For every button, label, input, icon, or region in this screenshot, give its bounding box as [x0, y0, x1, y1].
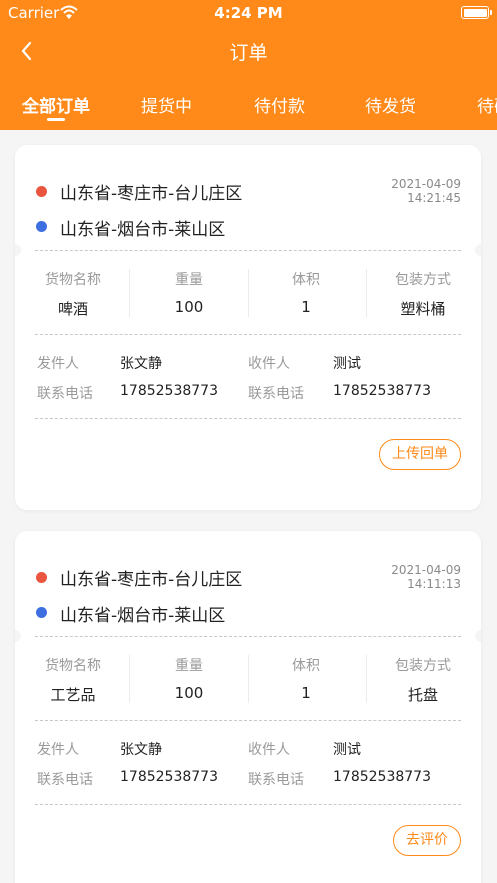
origin-dot-icon: [36, 572, 47, 583]
sender-phone: 17852538773: [120, 769, 218, 785]
packaging-value: 托盘: [407, 686, 438, 704]
goods-name-header: 货物名称: [45, 658, 101, 674]
divider: [35, 636, 461, 637]
sender-phone-label: 联系电话: [37, 772, 93, 788]
weight-header: 重量: [175, 272, 203, 288]
ticket-notch-right: [475, 630, 481, 642]
ticket-notch-right: [475, 244, 481, 256]
receiver-name: 测试: [333, 356, 361, 372]
volume-value: 1: [301, 298, 311, 316]
receiver-phone: 17852538773: [333, 769, 431, 785]
ticket-notch-left: [15, 244, 21, 256]
order-time: 14:11:13: [407, 577, 461, 591]
divider: [35, 418, 461, 419]
divider: [35, 334, 461, 335]
sender-phone-label: 联系电话: [37, 386, 93, 402]
packaging-value: 塑料桶: [400, 300, 446, 318]
tab-all-orders[interactable]: 全部订单: [22, 92, 90, 117]
volume-header: 体积: [292, 658, 320, 674]
volume-value: 1: [301, 684, 311, 702]
packaging-header: 包装方式: [395, 658, 451, 674]
origin-address: 山东省-枣庄市-台儿庄区: [60, 184, 243, 204]
destination-dot-icon: [36, 221, 47, 232]
receiver-phone: 17852538773: [333, 383, 431, 399]
receiver-label: 收件人: [248, 356, 290, 372]
sender-label: 发件人: [37, 356, 79, 372]
upload-receipt-button[interactable]: 上传回单: [379, 439, 461, 470]
sender-phone: 17852538773: [120, 383, 218, 399]
destination-address: 山东省-烟台市-莱山区: [60, 606, 226, 626]
sender-name: 张文静: [120, 356, 162, 372]
goods-name-value: 啤酒: [57, 300, 88, 318]
order-card[interactable]: 山东省-枣庄市-台儿庄区 2021-04-09 14:11:13 山东省-烟台市…: [15, 531, 481, 883]
tab-picking-up[interactable]: 提货中: [141, 92, 192, 117]
divider: [35, 720, 461, 721]
tab-bar: 全部订单 提货中 待付款 待发货 待确: [0, 88, 497, 130]
clock: 4:24 PM: [214, 4, 283, 22]
status-bar: Carrier 4:24 PM: [0, 0, 497, 26]
divider: [35, 250, 461, 251]
volume-header: 体积: [292, 272, 320, 288]
receiver-name: 测试: [333, 742, 361, 758]
order-date: 2021-04-09: [391, 177, 461, 191]
weight-value: 100: [174, 684, 204, 702]
sender-label: 发件人: [37, 742, 79, 758]
goods-name-header: 货物名称: [45, 272, 101, 288]
divider: [35, 804, 461, 805]
weight-header: 重量: [175, 658, 203, 674]
origin-dot-icon: [36, 186, 47, 197]
tab-pending-shipment[interactable]: 待发货: [365, 92, 416, 117]
receiver-label: 收件人: [248, 742, 290, 758]
ticket-notch-left: [15, 630, 21, 642]
destination-address: 山东省-烟台市-莱山区: [60, 220, 226, 240]
destination-dot-icon: [36, 607, 47, 618]
order-date: 2021-04-09: [391, 563, 461, 577]
page-title: 订单: [229, 42, 268, 64]
receiver-phone-label: 联系电话: [248, 386, 304, 402]
weight-value: 100: [174, 298, 204, 316]
order-card[interactable]: 山东省-枣庄市-台儿庄区 2021-04-09 14:21:45 山东省-烟台市…: [15, 145, 481, 510]
review-button[interactable]: 去评价: [393, 825, 461, 856]
header: Carrier 4:24 PM 订单 全部订单 提货中 待付款 待发货 待确: [0, 0, 497, 130]
battery-icon: [461, 6, 492, 19]
receiver-phone-label: 联系电话: [248, 772, 304, 788]
order-time: 14:21:45: [407, 191, 461, 205]
active-tab-indicator: [47, 118, 65, 121]
packaging-header: 包装方式: [395, 272, 451, 288]
tab-pending-payment[interactable]: 待付款: [254, 92, 305, 117]
goods-name-value: 工艺品: [50, 686, 96, 704]
tab-pending-confirmation[interactable]: 待确: [477, 92, 497, 117]
sender-name: 张文静: [120, 742, 162, 758]
origin-address: 山东省-枣庄市-台儿庄区: [60, 570, 243, 590]
